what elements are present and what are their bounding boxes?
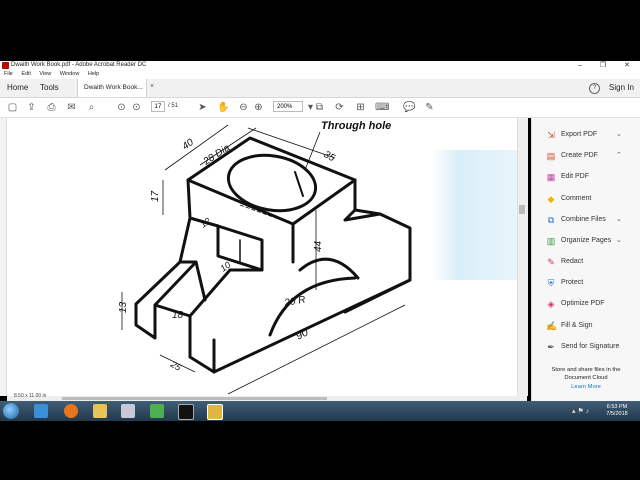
tool-organize-pages[interactable]: ▥ Organize Pages ⌄ — [532, 233, 640, 249]
learn-more-link[interactable]: Learn More — [540, 384, 632, 390]
tab-document[interactable]: Dwaith Work Book... — [77, 79, 147, 97]
tool-redact[interactable]: ✎ Redact — [532, 254, 640, 270]
dim-40: 40 — [180, 137, 196, 153]
window-controls[interactable]: – ❐ ✕ — [578, 61, 638, 70]
tool-optimize-pdf[interactable]: ◈ Optimize PDF — [532, 296, 640, 312]
label-through-hole: Through hole — [321, 120, 391, 132]
dim-13: 13 — [118, 301, 129, 313]
comment-icon: ◆ — [547, 194, 555, 204]
email-icon[interactable]: ✉ — [66, 102, 77, 113]
tool-send-for-signature[interactable]: ✒ Send for Signature — [532, 339, 640, 355]
next-page-icon[interactable]: ⊙ — [131, 102, 142, 113]
app-icon[interactable] — [150, 404, 164, 418]
previous-page-icon[interactable]: ⊙ — [116, 102, 127, 113]
redact-icon: ✎ — [547, 257, 555, 267]
scroll-mode-icon[interactable]: ⊞ — [355, 102, 366, 113]
zoom-level-input[interactable]: 200% — [273, 101, 303, 112]
close-tab-icon[interactable]: × — [150, 83, 154, 90]
taskbar: ▴ ⚑ ♪ 6:53 PM 7/5/2018 — [0, 401, 640, 421]
technical-drawing: Through hole 40 28 Dia 35 17 12 10 44 13… — [118, 120, 412, 395]
clock-date: 7/5/2018 — [606, 411, 628, 417]
letterbox-bottom — [0, 421, 640, 480]
tab-home[interactable]: Home — [7, 83, 28, 92]
combine-files-icon: ⧉ — [547, 215, 555, 225]
acrobat-taskbar-icon[interactable] — [207, 404, 223, 420]
chevron-down-icon[interactable]: ⌄ — [616, 127, 622, 143]
keyboard-icon[interactable]: ⌨ — [375, 102, 389, 113]
save-icon[interactable]: ▢ — [7, 102, 18, 113]
menu-window[interactable]: Window — [60, 71, 80, 77]
title-bar: Dwaith Work Book.pdf - Adobe Acrobat Rea… — [0, 61, 640, 70]
sign-in-link[interactable]: Sign In — [609, 83, 634, 92]
hand-tool-icon[interactable]: ✋ — [217, 102, 229, 113]
zoom-in-icon[interactable]: ⊕ — [253, 102, 264, 113]
horizontal-scroll-thumb[interactable] — [62, 397, 327, 400]
optimize-pdf-icon: ◈ — [547, 299, 555, 309]
select-cursor-icon[interactable]: ➤ — [197, 102, 208, 113]
comment-toolbar-icon[interactable]: 💬 — [403, 102, 415, 113]
fit-page-icon[interactable]: ⧉ — [314, 102, 325, 113]
clock-time: 6:53 PM — [606, 404, 628, 410]
create-pdf-icon: ▤ — [546, 151, 556, 161]
pen-icon[interactable]: ✎ — [424, 102, 435, 113]
menu-file[interactable]: File — [4, 71, 13, 77]
tool-combine-files[interactable]: ⧉ Combine Files ⌄ — [532, 212, 640, 228]
page-size-label: 8.50 x 11.00 in — [14, 393, 47, 399]
chevron-down-icon[interactable]: ⌄ — [616, 233, 622, 249]
firefox-icon[interactable] — [64, 404, 78, 418]
tab-bar: Home Tools Dwaith Work Book... × ? Sign … — [0, 79, 640, 98]
menu-edit[interactable]: Edit — [21, 71, 30, 77]
start-button-icon[interactable] — [3, 403, 19, 419]
menu-bar: File Edit View Window Help — [0, 70, 640, 79]
dim-17: 17 — [150, 190, 161, 202]
acrobat-app-icon — [2, 62, 9, 69]
menu-help[interactable]: Help — [88, 71, 99, 77]
organize-pages-icon: ▥ — [546, 236, 556, 246]
clock[interactable]: 6:53 PM 7/5/2018 — [600, 404, 634, 418]
dim-44: 44 — [313, 240, 324, 252]
protect-icon: ⛨ — [547, 278, 555, 288]
dim-18: 18 — [172, 310, 184, 321]
menu-view[interactable]: View — [39, 71, 51, 77]
screen-recorder-icon[interactable] — [178, 404, 194, 420]
dim-12: 12 — [198, 216, 212, 230]
print-icon[interactable]: ⎙ — [46, 102, 57, 113]
media-player-icon[interactable] — [121, 404, 135, 418]
file-explorer-icon[interactable] — [93, 404, 107, 418]
tool-export-pdf[interactable]: ⇲ Export PDF ⌄ — [532, 127, 640, 143]
vertical-scrollbar[interactable] — [517, 118, 528, 396]
tab-tools[interactable]: Tools — [40, 83, 59, 92]
search-icon[interactable]: ⌕ — [86, 102, 97, 113]
dim-28-dia: 28 Dia — [201, 142, 232, 168]
rotate-icon[interactable]: ⟳ — [334, 102, 345, 113]
help-icon[interactable]: ? — [589, 83, 600, 94]
chevron-down-icon[interactable]: ⌄ — [616, 212, 622, 228]
tool-edit-pdf[interactable]: ▦ Edit PDF — [532, 169, 640, 185]
tool-fill-sign[interactable]: ✍ Fill & Sign — [532, 318, 640, 334]
toolbar: ▢ ⇪ ⎙ ✉ ⌕ ⊙ ⊙ ➤ ✋ ⊖ ⊕ ▾ ⧉ ⟳ ⊞ ⌨ 💬 ✎ — [0, 98, 640, 118]
tools-pane: ⇲ Export PDF ⌄ ▤ Create PDF ⌃ ▦ Edit PDF… — [531, 118, 640, 401]
dim-35: 35 — [322, 149, 338, 164]
tool-comment[interactable]: ◆ Comment — [532, 191, 640, 207]
page-total: / 51 — [168, 103, 179, 109]
edit-pdf-icon: ▦ — [546, 172, 556, 182]
window-title: Dwaith Work Book.pdf - Adobe Acrobat Rea… — [11, 62, 147, 68]
tool-create-pdf[interactable]: ▤ Create PDF ⌃ — [532, 148, 640, 164]
dim-20r: 20 R — [283, 294, 307, 309]
system-tray-icons[interactable]: ▴ ⚑ ♪ — [572, 407, 589, 415]
page-number-input[interactable]: 17 — [151, 101, 165, 112]
vertical-scroll-thumb[interactable] — [519, 205, 525, 214]
fill-sign-icon: ✍ — [546, 321, 558, 331]
internet-explorer-icon[interactable] — [34, 404, 48, 418]
letterbox-top — [0, 0, 640, 61]
dim-25: 25 — [168, 359, 183, 374]
tool-protect[interactable]: ⛨ Protect — [532, 275, 640, 291]
upload-icon[interactable]: ⇪ — [26, 102, 37, 113]
zoom-out-icon[interactable]: ⊖ — [238, 102, 249, 113]
chevron-up-icon[interactable]: ⌃ — [616, 148, 622, 164]
document-cloud-text: Store and share files in the Document Cl… — [551, 367, 621, 381]
export-pdf-icon: ⇲ — [547, 130, 555, 140]
send-signature-icon: ✒ — [547, 342, 555, 352]
